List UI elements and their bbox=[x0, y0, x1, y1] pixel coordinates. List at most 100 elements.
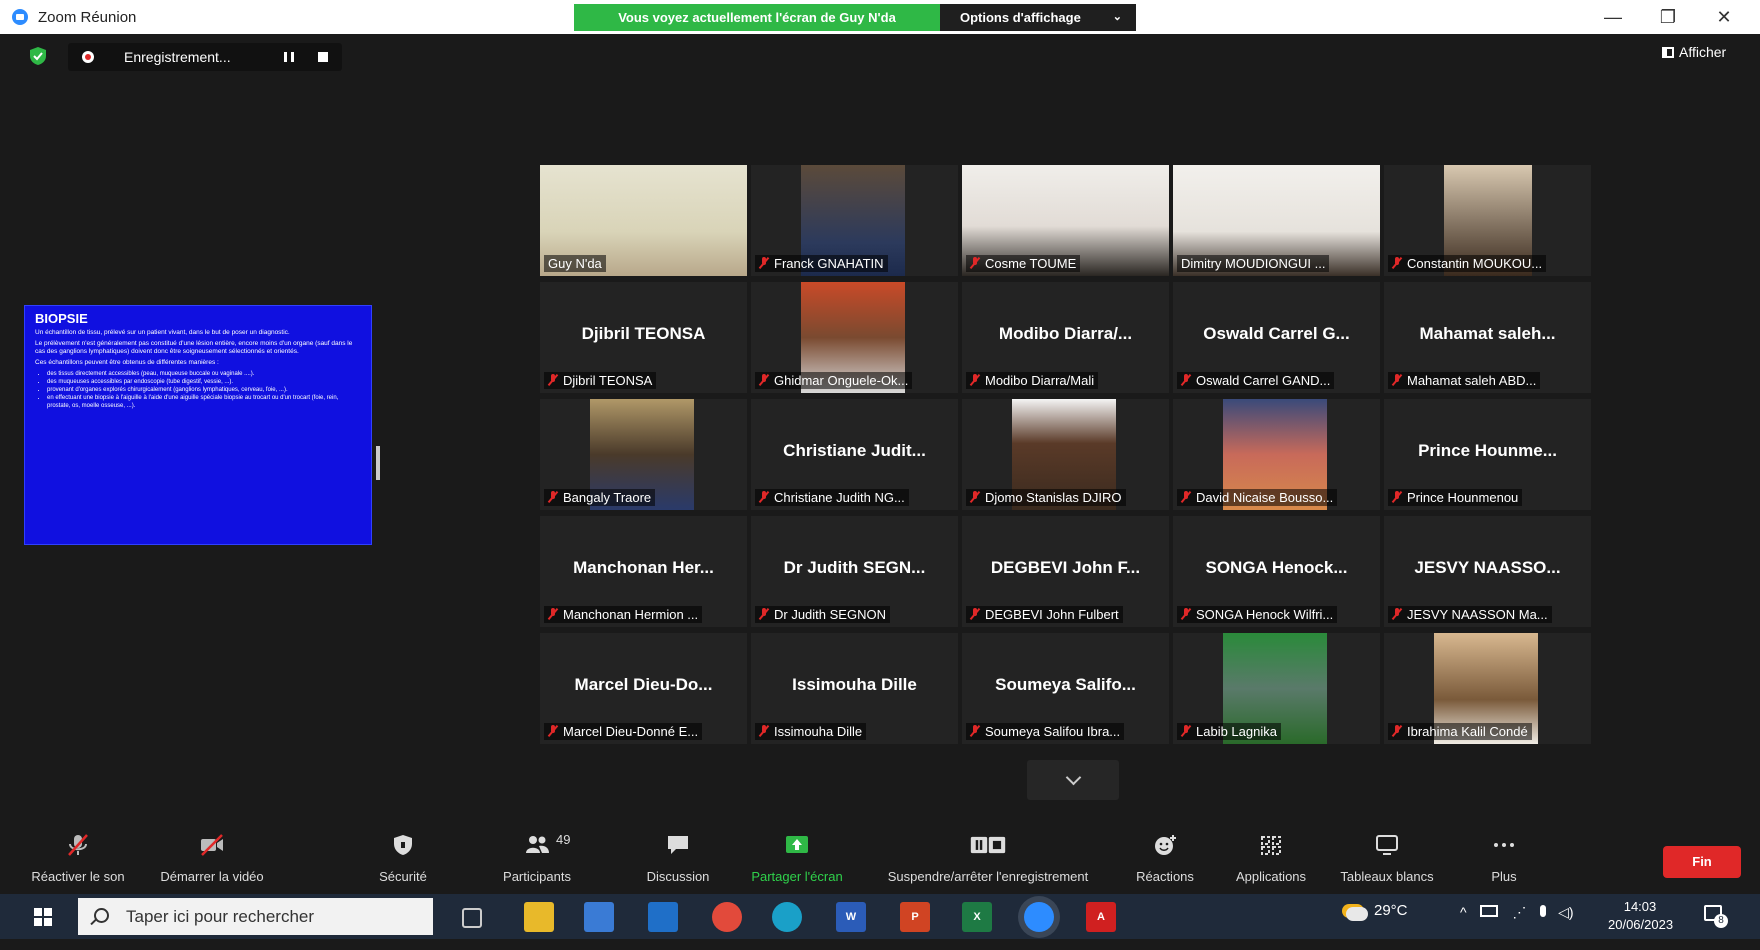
participant-name: Manchonan Hermion ... bbox=[563, 607, 699, 622]
split-view-handle[interactable] bbox=[376, 446, 380, 480]
record-controls-button[interactable]: Suspendre/arrêter l'enregistrement bbox=[868, 824, 1108, 894]
participant-name: Ibrahima Kalil Condé bbox=[1407, 724, 1528, 739]
encryption-shield-icon[interactable] bbox=[30, 47, 46, 65]
security-button[interactable]: Sécurité bbox=[368, 824, 438, 894]
participant-tile[interactable]: Oswald Carrel G... Oswald Carrel GAND... bbox=[1173, 282, 1380, 393]
more-label: Plus bbox=[1491, 869, 1517, 884]
slide-line-2: Le prélèvement n'est généralement pas co… bbox=[35, 340, 353, 355]
afficher-button[interactable]: Afficher bbox=[1662, 44, 1726, 60]
taskbar-search-box[interactable]: Taper ici pour rechercher bbox=[78, 898, 433, 935]
file-explorer-icon[interactable] bbox=[524, 902, 554, 932]
edge-icon[interactable] bbox=[772, 902, 802, 932]
recording-label: Enregistrement... bbox=[124, 49, 231, 65]
unmute-label: Réactiver le son bbox=[31, 869, 125, 884]
close-button[interactable]: ✕ bbox=[1706, 4, 1742, 30]
end-meeting-button[interactable]: Fin bbox=[1663, 846, 1741, 878]
reactions-label: Réactions bbox=[1136, 869, 1194, 884]
notification-center-icon[interactable]: 8 bbox=[1704, 905, 1728, 950]
participant-name-tag: Labib Lagnika bbox=[1177, 723, 1281, 740]
pause-recording-button[interactable] bbox=[284, 52, 294, 62]
participant-tile[interactable]: Ghidmar Onguele-Ok... bbox=[751, 282, 958, 393]
participant-tile[interactable]: Prince Hounme... Prince Hounmenou bbox=[1384, 399, 1591, 510]
participant-name-tag: Ghidmar Onguele-Ok... bbox=[755, 372, 913, 389]
participant-tile[interactable]: Ibrahima Kalil Condé bbox=[1384, 633, 1591, 744]
microphone-muted-icon bbox=[1181, 608, 1191, 620]
word-icon[interactable]: W bbox=[836, 902, 866, 932]
participant-tile[interactable]: Bangaly Traore bbox=[540, 399, 747, 510]
windows-start-icon[interactable] bbox=[34, 908, 52, 926]
participant-tile[interactable]: JESVY NAASSO... JESVY NAASSON Ma... bbox=[1384, 516, 1591, 627]
participant-name: Christiane Judith NG... bbox=[774, 490, 905, 505]
participant-tile[interactable]: Franck GNAHATIN bbox=[751, 165, 958, 276]
chevron-up-icon: ^ bbox=[1460, 904, 1467, 920]
participant-tile[interactable]: Issimouha Dille Issimouha Dille bbox=[751, 633, 958, 744]
participant-display-name: Djibril TEONSA bbox=[581, 324, 706, 343]
shared-screen-slide: BIOPSIE Un échantillon de tissu, prélevé… bbox=[24, 305, 372, 545]
share-screen-icon bbox=[786, 836, 808, 853]
microsoft-store-icon[interactable] bbox=[584, 902, 614, 932]
participant-tile[interactable]: Marcel Dieu-Do... Marcel Dieu-Donné E... bbox=[540, 633, 747, 744]
video-off-icon bbox=[201, 834, 223, 856]
participant-tile[interactable]: SONGA Henock... SONGA Henock Wilfri... bbox=[1173, 516, 1380, 627]
participant-tile[interactable]: Djibril TEONSA Djibril TEONSA bbox=[540, 282, 747, 393]
reactions-button[interactable]: Réactions bbox=[1124, 824, 1206, 894]
zoom-taskbar-icon[interactable] bbox=[1024, 902, 1054, 932]
system-tray-icons[interactable]: ^ ⋰ ◁) bbox=[1460, 904, 1574, 949]
more-button[interactable]: Plus bbox=[1478, 824, 1530, 894]
clock[interactable]: 14:03 20/06/2023 bbox=[1608, 898, 1673, 943]
participant-tile[interactable]: Cosme TOUME bbox=[962, 165, 1169, 276]
weather-widget[interactable]: 29°C bbox=[1346, 902, 1408, 947]
unmute-button[interactable]: Réactiver le son bbox=[22, 824, 134, 894]
participant-tile[interactable]: Dr Judith SEGN... Dr Judith SEGNON bbox=[751, 516, 958, 627]
view-options-button[interactable]: Options d'affichage ⌄ bbox=[940, 4, 1136, 31]
pause-stop-icon bbox=[970, 836, 1006, 854]
task-view-icon[interactable] bbox=[462, 908, 482, 928]
share-screen-button[interactable]: Partager l'écran bbox=[742, 824, 852, 894]
microphone-muted-icon bbox=[1392, 257, 1402, 269]
microphone-muted-icon bbox=[970, 257, 980, 269]
participant-tile[interactable]: Dimitry MOUDIONGUI ... bbox=[1173, 165, 1380, 276]
microphone-muted-icon bbox=[759, 257, 769, 269]
microphone-muted-icon bbox=[1181, 725, 1191, 737]
stop-recording-button[interactable] bbox=[318, 52, 328, 62]
apps-label: Applications bbox=[1235, 869, 1307, 884]
participant-name-tag: Manchonan Hermion ... bbox=[544, 606, 703, 623]
excel-icon[interactable]: X bbox=[962, 902, 992, 932]
chat-button[interactable]: Discussion bbox=[630, 824, 726, 894]
acrobat-icon[interactable]: A bbox=[1086, 902, 1116, 932]
mail-icon[interactable] bbox=[648, 902, 678, 932]
participants-button[interactable]: 49 Participants bbox=[490, 824, 584, 894]
restore-button[interactable]: ❐ bbox=[1650, 4, 1686, 30]
more-dots-icon bbox=[1494, 843, 1514, 847]
participant-name-tag: Marcel Dieu-Donné E... bbox=[544, 723, 703, 740]
participant-tile[interactable]: Christiane Judit... Christiane Judith NG.… bbox=[751, 399, 958, 510]
apps-button[interactable]: Applications bbox=[1222, 824, 1320, 894]
slide-bullet: provenant d'organes explorés chirurgical… bbox=[47, 386, 361, 394]
shield-icon bbox=[394, 835, 412, 855]
powerpoint-icon[interactable]: P bbox=[900, 902, 930, 932]
participant-name: Cosme TOUME bbox=[985, 256, 1077, 271]
cloud-sun-icon bbox=[1346, 907, 1368, 921]
gallery-next-page-button[interactable] bbox=[1027, 760, 1119, 800]
participant-name: Djibril TEONSA bbox=[563, 373, 653, 388]
participant-tile[interactable]: Constantin MOUKOU... bbox=[1384, 165, 1591, 276]
participant-name: Modibo Diarra/Mali bbox=[985, 373, 1095, 388]
minimize-button[interactable]: — bbox=[1595, 4, 1631, 30]
chat-label: Discussion bbox=[646, 869, 710, 884]
participant-tile[interactable]: DEGBEVI John F... DEGBEVI John Fulbert bbox=[962, 516, 1169, 627]
slide-bullets: des tissus directement accessibles (peau… bbox=[35, 370, 361, 410]
reaction-emoji-icon bbox=[1155, 835, 1176, 855]
windows-taskbar: Taper ici pour rechercher W P X A 29°C ^… bbox=[0, 894, 1760, 939]
chrome-icon[interactable] bbox=[712, 902, 742, 932]
participant-tile[interactable]: David Nicaise Bousso... bbox=[1173, 399, 1380, 510]
whiteboards-button[interactable]: Tableaux blancs bbox=[1330, 824, 1444, 894]
participant-tile[interactable]: Modibo Diarra/... Modibo Diarra/Mali bbox=[962, 282, 1169, 393]
participant-tile[interactable]: Manchonan Her... Manchonan Hermion ... bbox=[540, 516, 747, 627]
participant-tile[interactable]: Mahamat saleh... Mahamat saleh ABD... bbox=[1384, 282, 1591, 393]
share-banner: Vous voyez actuellement l'écran de Guy N… bbox=[574, 4, 940, 31]
participant-tile[interactable]: Djomo Stanislas DJIRO bbox=[962, 399, 1169, 510]
participant-tile[interactable]: Soumeya Salifo... Soumeya Salifou Ibra... bbox=[962, 633, 1169, 744]
start-video-button[interactable]: Démarrer la vidéo bbox=[146, 824, 278, 894]
participant-tile[interactable]: Guy N'da bbox=[540, 165, 747, 276]
participant-tile[interactable]: Labib Lagnika bbox=[1173, 633, 1380, 744]
